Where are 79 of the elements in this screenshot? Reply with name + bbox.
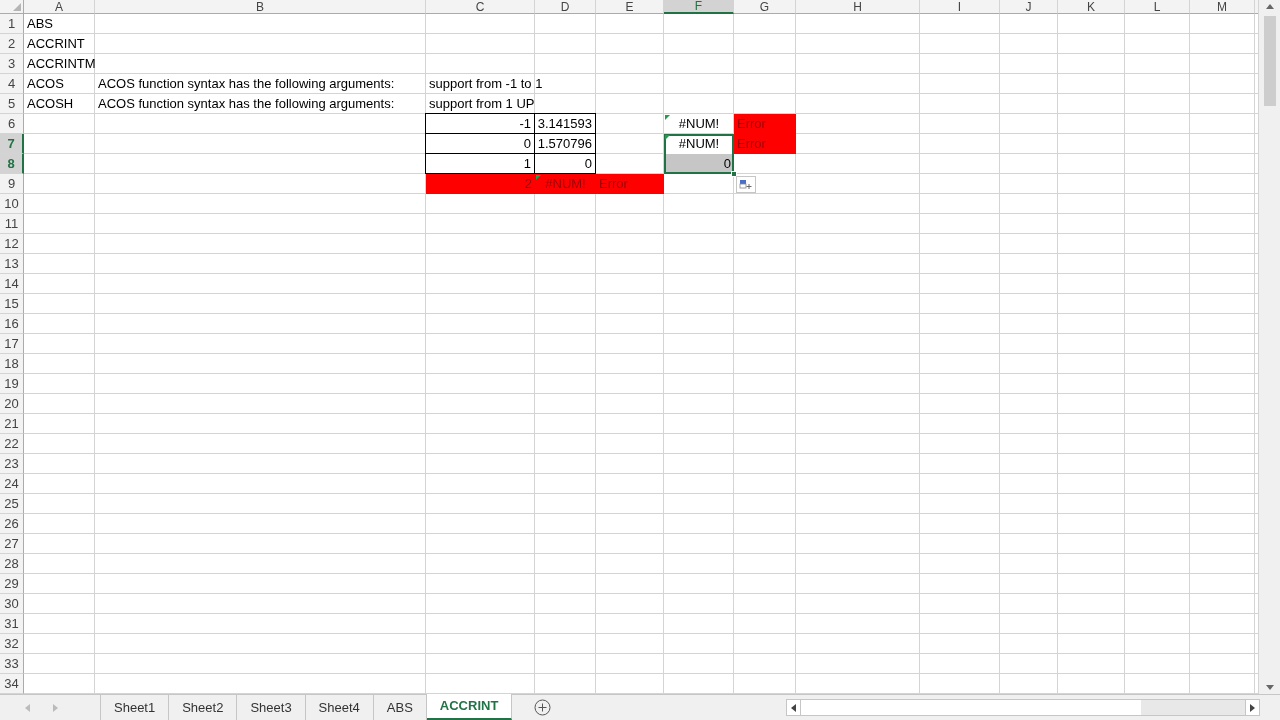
table-cell[interactable]: ACOSH	[24, 94, 95, 114]
row-header[interactable]: 34	[0, 674, 24, 694]
table-cell[interactable]: support from -1 to 1	[426, 74, 546, 94]
row-header[interactable]: 11	[0, 214, 24, 234]
column-header[interactable]: D	[535, 0, 596, 14]
column-header[interactable]: I	[920, 0, 1000, 14]
table-cell[interactable]: #NUM!	[664, 114, 734, 134]
row-header[interactable]: 2	[0, 34, 24, 54]
horizontal-scrollbar[interactable]	[786, 699, 1260, 716]
column-header[interactable]: G	[734, 0, 796, 14]
table-cell[interactable]: 3.141593	[534, 113, 596, 134]
scroll-right-icon[interactable]	[1250, 703, 1255, 712]
row-header[interactable]: 13	[0, 254, 24, 274]
row-header[interactable]: 30	[0, 594, 24, 614]
table-cell[interactable]: ACOS	[24, 74, 95, 94]
column-header[interactable]: M	[1190, 0, 1255, 14]
column-header[interactable]: A	[24, 0, 95, 14]
row-header[interactable]: 25	[0, 494, 24, 514]
row-header[interactable]: 22	[0, 434, 24, 454]
row-header[interactable]: 29	[0, 574, 24, 594]
row-header[interactable]: 17	[0, 334, 24, 354]
sheet-tab[interactable]: ACCRINT	[426, 694, 513, 720]
row-header[interactable]: 27	[0, 534, 24, 554]
add-sheet-icon[interactable]	[533, 699, 551, 716]
scroll-up-icon[interactable]	[1264, 2, 1275, 10]
table-cell[interactable]: #NUM!	[664, 134, 734, 154]
sheet-tab[interactable]: ABS	[373, 695, 427, 720]
row-header[interactable]: 3	[0, 54, 24, 74]
row-header[interactable]: 19	[0, 374, 24, 394]
sheet-tab[interactable]: Sheet1	[100, 695, 170, 720]
column-header[interactable]: L	[1125, 0, 1190, 14]
scroll-down-icon[interactable]	[1264, 684, 1275, 692]
sheet-tab[interactable]: Sheet3	[237, 695, 306, 720]
quick-analysis-icon[interactable]	[736, 176, 756, 193]
row-header[interactable]: 16	[0, 314, 24, 334]
column-header[interactable]: H	[796, 0, 920, 14]
row-header[interactable]: 8	[0, 154, 24, 174]
row-header[interactable]: 33	[0, 654, 24, 674]
row-header[interactable]: 32	[0, 634, 24, 654]
fill-handle[interactable]	[731, 171, 737, 177]
row-header[interactable]: 6	[0, 114, 24, 134]
column-header[interactable]: C	[426, 0, 535, 14]
column-header[interactable]: K	[1058, 0, 1125, 14]
vertical-scrollbar[interactable]	[1258, 0, 1280, 694]
scroll-thumb[interactable]	[1263, 16, 1276, 106]
row-header[interactable]: 31	[0, 614, 24, 634]
table-cell[interactable]: ACOS function syntax has the following arguments:	[95, 94, 426, 114]
row-header[interactable]: 12	[0, 234, 24, 254]
row-header[interactable]: 23	[0, 454, 24, 474]
table-cell[interactable]: -1	[425, 113, 535, 134]
table-cell[interactable]: 1	[425, 153, 535, 174]
table-cell[interactable]: ACOS function syntax has the following arguments:	[95, 74, 426, 94]
column-header[interactable]: E	[596, 0, 664, 14]
row-header[interactable]: 4	[0, 74, 24, 94]
row-header[interactable]: 14	[0, 274, 24, 294]
table-cell[interactable]: ABS	[24, 14, 95, 34]
row-header[interactable]: 7	[0, 134, 24, 154]
table-cell[interactable]: ACCRINTM	[24, 54, 99, 74]
row-header[interactable]: 20	[0, 394, 24, 414]
sheet-tab[interactable]: Sheet2	[169, 695, 238, 720]
row-header[interactable]: 15	[0, 294, 24, 314]
column-header[interactable]: F	[664, 0, 734, 14]
column-header[interactable]: B	[95, 0, 426, 14]
scroll-left-icon[interactable]	[791, 703, 796, 712]
table-cell[interactable]: ACCRINT	[24, 34, 95, 54]
row-header[interactable]: 28	[0, 554, 24, 574]
row-header[interactable]: 10	[0, 194, 24, 214]
row-header[interactable]: 21	[0, 414, 24, 434]
column-header[interactable]: J	[1000, 0, 1058, 14]
row-header[interactable]: 26	[0, 514, 24, 534]
row-header[interactable]: 9	[0, 174, 24, 194]
row-header[interactable]: 5	[0, 94, 24, 114]
row-header[interactable]: 1	[0, 14, 24, 34]
sheet-tab[interactable]: Sheet4	[305, 695, 374, 720]
table-cell[interactable]: 0	[534, 153, 596, 174]
scroll-thumb[interactable]	[801, 700, 1141, 715]
row-header[interactable]: 24	[0, 474, 24, 494]
table-cell[interactable]: support from 1 UP	[426, 94, 538, 114]
row-header[interactable]: 18	[0, 354, 24, 374]
